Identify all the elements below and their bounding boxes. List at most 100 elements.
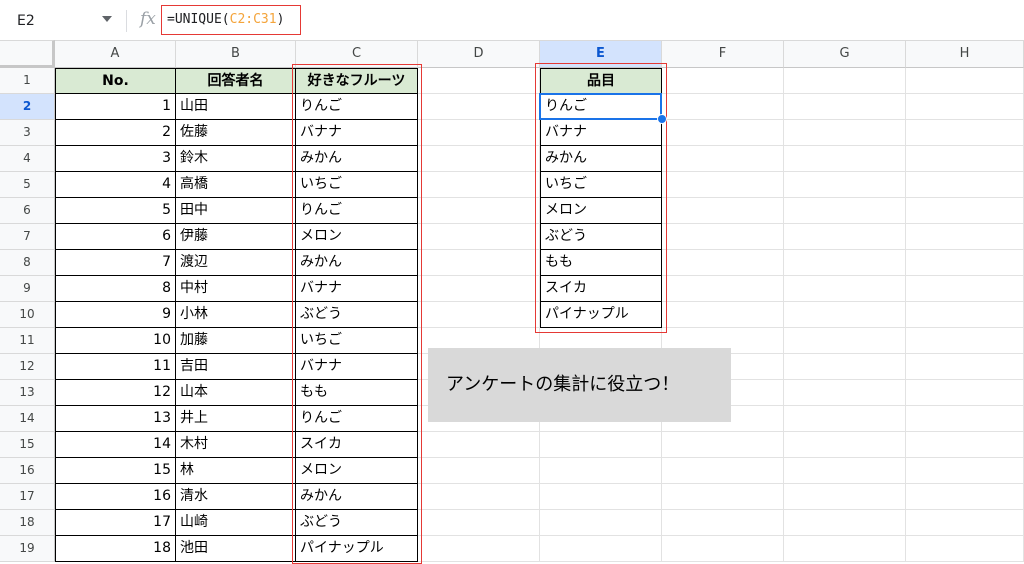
table-cell-fruit[interactable]: みかん: [296, 146, 418, 172]
table-cell-fruit[interactable]: いちご: [296, 172, 418, 198]
cell[interactable]: [662, 68, 784, 94]
cell[interactable]: [784, 302, 906, 328]
table-cell-no[interactable]: 10: [55, 328, 176, 354]
cell[interactable]: [784, 536, 906, 562]
cell[interactable]: [906, 432, 1024, 458]
column-header-f[interactable]: F: [662, 40, 784, 68]
table-cell-name[interactable]: 山本: [176, 380, 296, 406]
column-header-g[interactable]: G: [784, 40, 906, 68]
fill-handle[interactable]: [657, 114, 667, 124]
table-cell-name[interactable]: 渡辺: [176, 250, 296, 276]
table-cell-name[interactable]: 小林: [176, 302, 296, 328]
cell[interactable]: [906, 172, 1024, 198]
cell[interactable]: [906, 406, 1024, 432]
cell[interactable]: [418, 536, 540, 562]
cell[interactable]: [662, 484, 784, 510]
cell[interactable]: [662, 432, 784, 458]
cell[interactable]: [906, 510, 1024, 536]
table-cell-name[interactable]: 田中: [176, 198, 296, 224]
cell[interactable]: [906, 94, 1024, 120]
cell[interactable]: [784, 120, 906, 146]
table-cell-no[interactable]: 5: [55, 198, 176, 224]
row-header-4[interactable]: 4: [0, 146, 55, 172]
row-header-2[interactable]: 2: [0, 94, 55, 120]
unique-item[interactable]: パイナップル: [540, 302, 662, 328]
column-header-h[interactable]: H: [906, 40, 1024, 68]
cell[interactable]: [662, 302, 784, 328]
chevron-down-icon[interactable]: [102, 16, 112, 22]
table-cell-fruit[interactable]: スイカ: [296, 432, 418, 458]
table-cell-fruit[interactable]: いちご: [296, 328, 418, 354]
table-cell-fruit[interactable]: りんご: [296, 198, 418, 224]
cell[interactable]: [662, 536, 784, 562]
row-header-16[interactable]: 16: [0, 458, 55, 484]
cell[interactable]: [662, 198, 784, 224]
cell[interactable]: [906, 302, 1024, 328]
table-cell-name[interactable]: 佐藤: [176, 120, 296, 146]
row-header-13[interactable]: 13: [0, 380, 55, 406]
table-cell-fruit[interactable]: みかん: [296, 484, 418, 510]
cell[interactable]: [784, 276, 906, 302]
cell[interactable]: [906, 198, 1024, 224]
cell[interactable]: [418, 198, 540, 224]
cell[interactable]: [906, 328, 1024, 354]
table-cell-no[interactable]: 13: [55, 406, 176, 432]
cell[interactable]: [906, 536, 1024, 562]
row-header-3[interactable]: 3: [0, 120, 55, 146]
cell[interactable]: [906, 120, 1024, 146]
cell[interactable]: [418, 68, 540, 94]
table-cell-name[interactable]: 林: [176, 458, 296, 484]
cell[interactable]: [784, 172, 906, 198]
table-cell-no[interactable]: 4: [55, 172, 176, 198]
cell[interactable]: [662, 510, 784, 536]
table-cell-no[interactable]: 1: [55, 94, 176, 120]
cell[interactable]: [418, 432, 540, 458]
cell[interactable]: [784, 432, 906, 458]
cell[interactable]: [784, 406, 906, 432]
cell[interactable]: [662, 276, 784, 302]
table-cell-no[interactable]: 7: [55, 250, 176, 276]
table-cell-fruit[interactable]: りんご: [296, 94, 418, 120]
table-cell-no[interactable]: 15: [55, 458, 176, 484]
unique-item[interactable]: メロン: [540, 198, 662, 224]
table-cell-no[interactable]: 16: [55, 484, 176, 510]
table-cell-fruit[interactable]: バナナ: [296, 276, 418, 302]
row-header-8[interactable]: 8: [0, 250, 55, 276]
table-cell-no[interactable]: 3: [55, 146, 176, 172]
cell[interactable]: [662, 120, 784, 146]
unique-item[interactable]: バナナ: [540, 120, 662, 146]
cell[interactable]: [784, 328, 906, 354]
cell[interactable]: [906, 380, 1024, 406]
row-header-6[interactable]: 6: [0, 198, 55, 224]
cell[interactable]: [906, 68, 1024, 94]
row-header-11[interactable]: 11: [0, 328, 55, 354]
cell[interactable]: [662, 458, 784, 484]
table-cell-fruit[interactable]: ぶどう: [296, 510, 418, 536]
table-cell-fruit[interactable]: パイナップル: [296, 536, 418, 562]
cell[interactable]: [906, 276, 1024, 302]
table-cell-name[interactable]: 吉田: [176, 354, 296, 380]
table-cell-name[interactable]: 伊藤: [176, 224, 296, 250]
row-header-1[interactable]: 1: [0, 68, 55, 94]
row-header-12[interactable]: 12: [0, 354, 55, 380]
table-cell-no[interactable]: 2: [55, 120, 176, 146]
cell[interactable]: [784, 146, 906, 172]
table-cell-name[interactable]: 鈴木: [176, 146, 296, 172]
cell[interactable]: [418, 146, 540, 172]
cell[interactable]: [418, 120, 540, 146]
row-header-19[interactable]: 19: [0, 536, 55, 562]
cell[interactable]: [784, 94, 906, 120]
cell[interactable]: [418, 302, 540, 328]
cell[interactable]: [662, 250, 784, 276]
table-cell-no[interactable]: 17: [55, 510, 176, 536]
table-cell-no[interactable]: 6: [55, 224, 176, 250]
table-cell-no[interactable]: 12: [55, 380, 176, 406]
column-header-a[interactable]: A: [55, 40, 176, 68]
table-cell-name[interactable]: 中村: [176, 276, 296, 302]
unique-item[interactable]: スイカ: [540, 276, 662, 302]
cell[interactable]: [784, 458, 906, 484]
unique-item[interactable]: ぶどう: [540, 224, 662, 250]
column-header-d[interactable]: D: [418, 40, 540, 68]
cell[interactable]: [784, 250, 906, 276]
cell[interactable]: [906, 484, 1024, 510]
